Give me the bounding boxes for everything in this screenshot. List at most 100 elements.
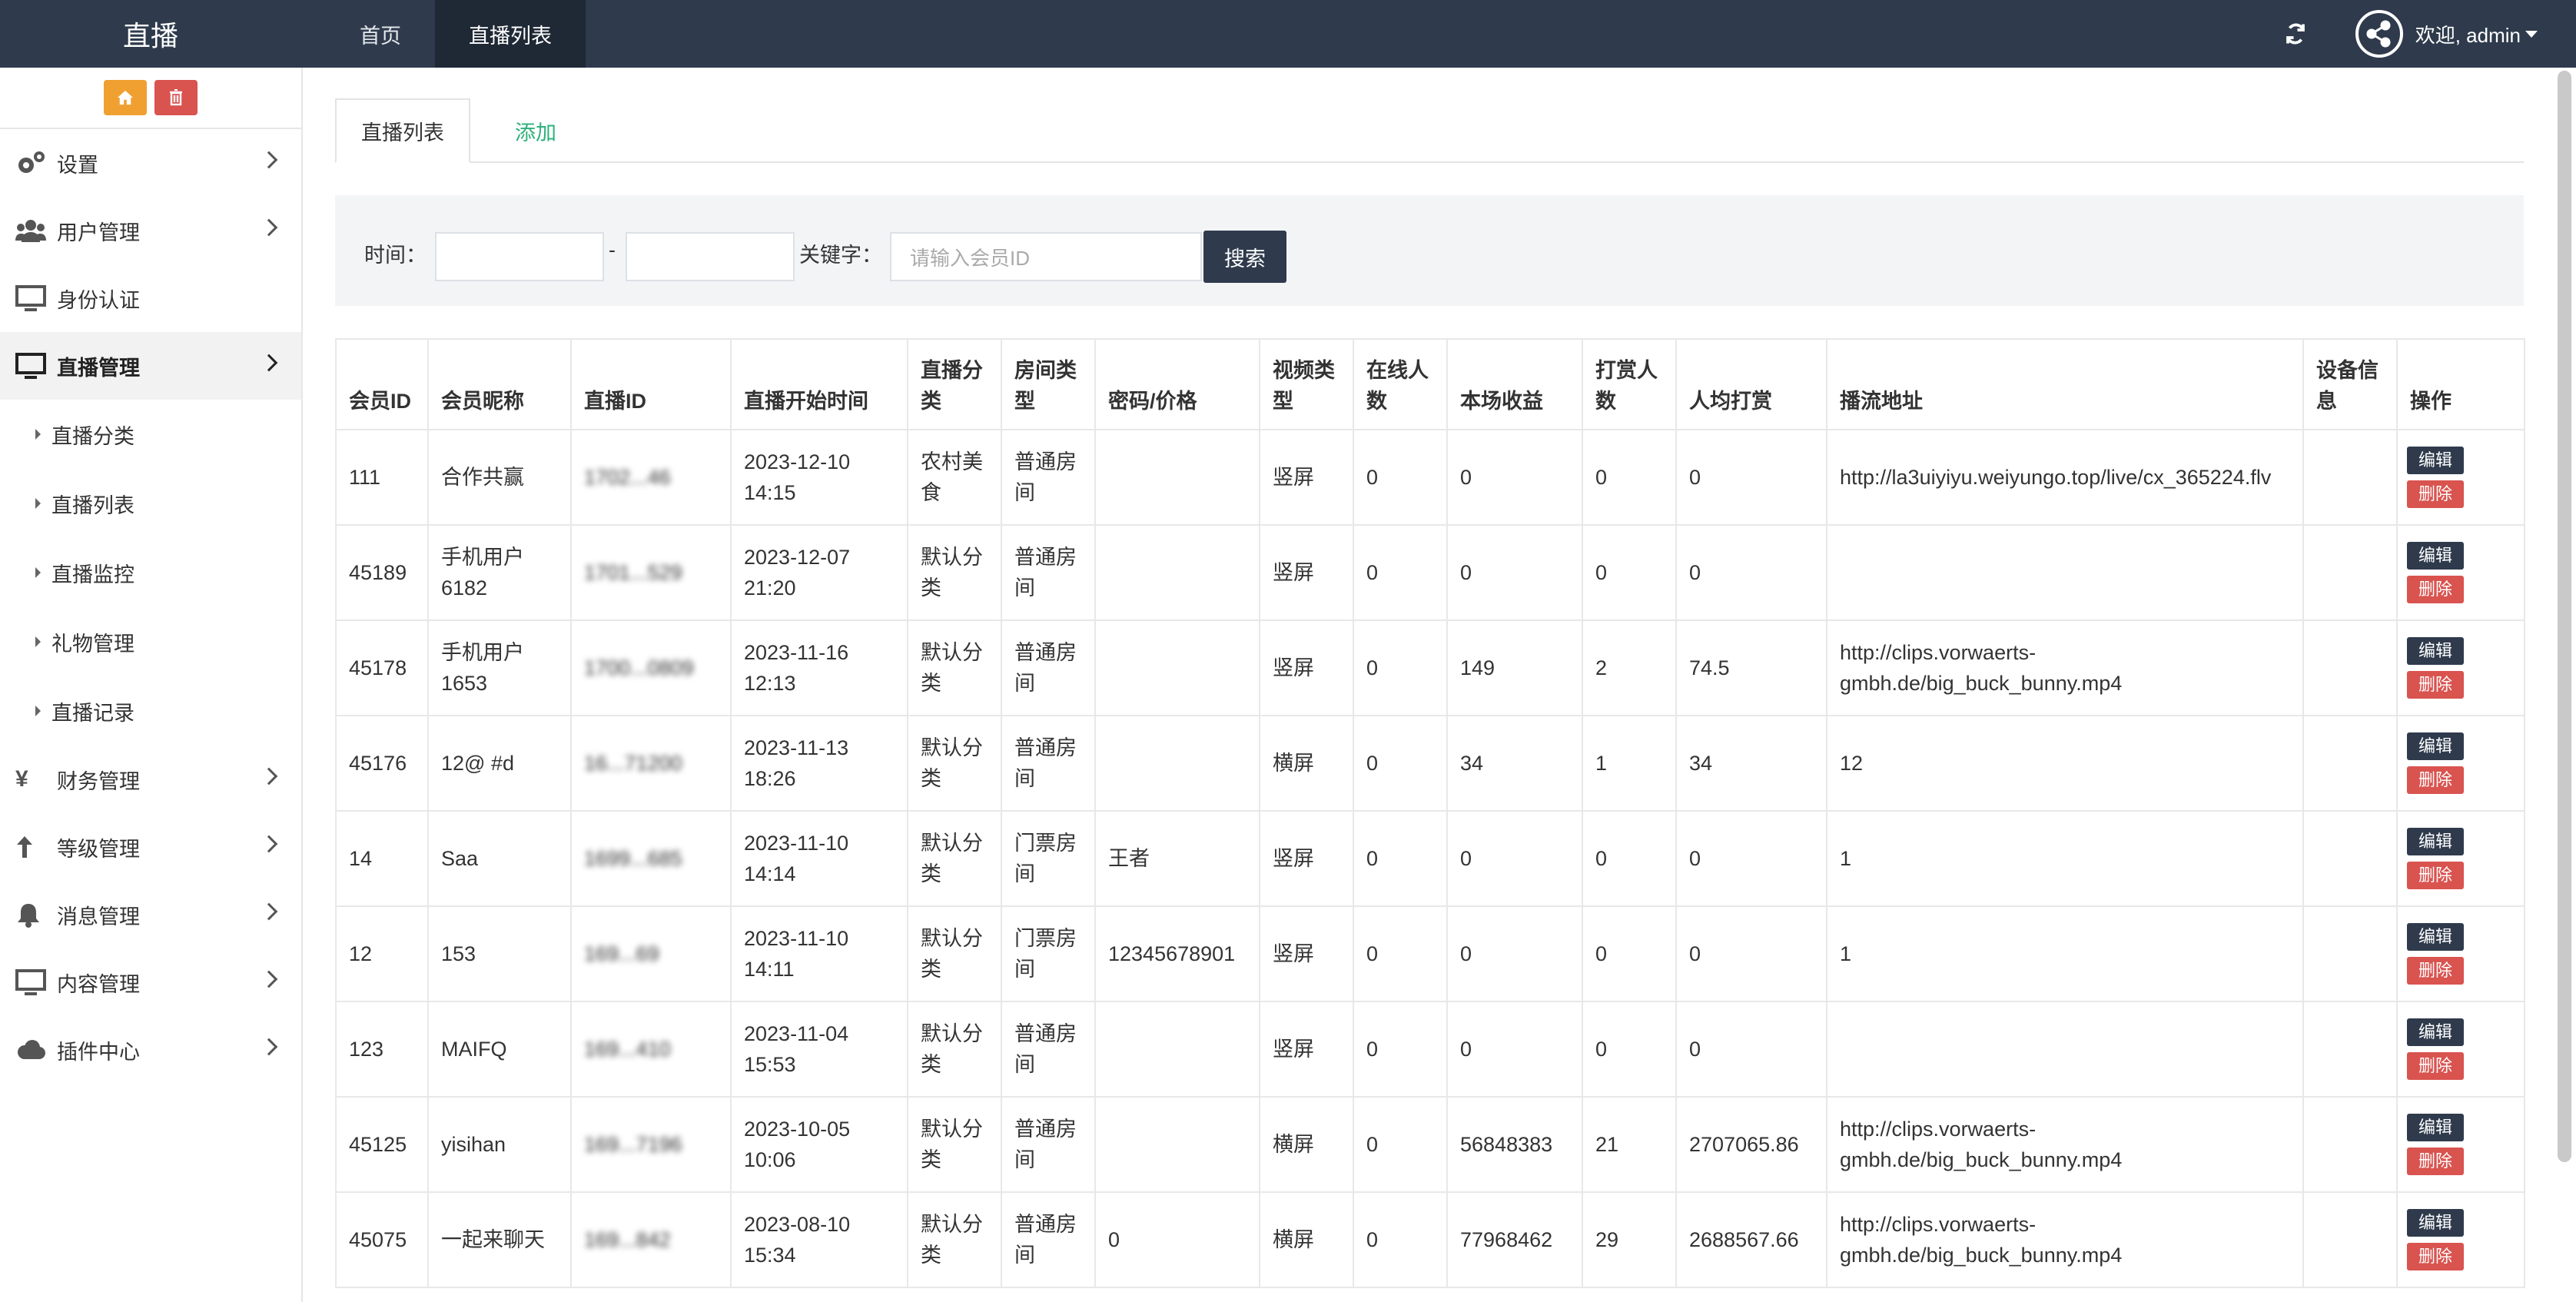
cell-uid: 45189 <box>335 524 429 621</box>
sidebar-item-live[interactable]: 直播管理 <box>0 332 301 400</box>
cell-room: 普通房间 <box>1001 1191 1096 1288</box>
cell-nick: 12@ #d <box>427 715 572 812</box>
gear-icon <box>15 148 49 178</box>
nav-live-list[interactable]: 直播列表 <box>435 0 586 68</box>
cell-income: 0 <box>1446 429 1583 526</box>
cell-uid: 12 <box>335 905 429 1002</box>
delete-button[interactable]: 删除 <box>2407 862 2464 889</box>
cell-liveid: 169...7196 <box>570 1096 732 1193</box>
delete-button[interactable]: 删除 <box>2407 957 2464 985</box>
cell-liveid: 1702...46 <box>570 429 732 526</box>
cell-online: 0 <box>1353 905 1448 1002</box>
sidebar-item-identity[interactable]: 身份认证 <box>0 264 301 332</box>
delete-button[interactable]: 删除 <box>2407 480 2464 508</box>
sidebar-item-users[interactable]: 用户管理 <box>0 197 301 264</box>
cell-nick: 一起来聊天 <box>427 1191 572 1288</box>
cell-start: 2023-10-05 10:06 <box>730 1096 908 1193</box>
cell-actions: 编辑 删除 <box>2396 429 2525 526</box>
yen-icon: ¥ <box>15 766 28 792</box>
col-header: 设备信息 <box>2302 338 2398 430</box>
sidebar-item-content[interactable]: 内容管理 <box>0 948 301 1016</box>
sidebar-subitem-label: 直播记录 <box>51 701 134 725</box>
time-label: 时间： <box>364 244 427 267</box>
keyword-input[interactable]: 请输入会员ID <box>890 232 1202 281</box>
sidebar-subitem-list[interactable]: 直播列表 <box>0 469 301 538</box>
cell-url: 1 <box>1826 810 2304 907</box>
cell-url <box>1826 1001 2304 1098</box>
cell-video: 横屏 <box>1259 1096 1354 1193</box>
cell-actions: 编辑 删除 <box>2396 524 2525 621</box>
user-menu[interactable]: 欢迎, admin <box>2415 20 2538 48</box>
cell-avg: 2688567.66 <box>1675 1191 1827 1288</box>
cell-device <box>2302 1191 2398 1288</box>
delete-button[interactable]: 删除 <box>2407 1052 2464 1080</box>
edit-button[interactable]: 编辑 <box>2407 637 2464 665</box>
nav-home[interactable]: 首页 <box>326 0 435 68</box>
sidebar-item-messages[interactable]: 消息管理 <box>0 881 301 948</box>
cell-device <box>2302 1096 2398 1193</box>
avatar[interactable] <box>2355 10 2403 58</box>
edit-button[interactable]: 编辑 <box>2407 923 2464 951</box>
cell-pwd <box>1094 1001 1260 1098</box>
sidebar-subitem-label: 直播分类 <box>51 424 134 448</box>
cell-income: 0 <box>1446 524 1583 621</box>
sidebar-subitem-monitor[interactable]: 直播监控 <box>0 538 301 607</box>
page-scrollbar[interactable] <box>2558 71 2571 1162</box>
col-header: 在线人数 <box>1353 338 1448 430</box>
sidebar-item-finance[interactable]: ¥ 财务管理 <box>0 746 301 813</box>
edit-button[interactable]: 编辑 <box>2407 542 2464 570</box>
sidebar: 设置 用户管理 身份认证 直播管理 直播分类 直播列表 直播监控 礼物管理 直播… <box>0 68 303 1302</box>
cell-uid: 111 <box>335 429 429 526</box>
cell-uid: 45075 <box>335 1191 429 1288</box>
sidebar-item-levels[interactable]: 等级管理 <box>0 813 301 881</box>
end-time-input[interactable] <box>626 232 795 281</box>
edit-button[interactable]: 编辑 <box>2407 1018 2464 1046</box>
search-button[interactable]: 搜索 <box>1203 231 1286 283</box>
keyword-placeholder: 请输入会员ID <box>910 246 1031 270</box>
cell-income: 149 <box>1446 619 1583 716</box>
chevron-right-icon <box>260 1038 278 1056</box>
brand-title[interactable]: 直播 <box>0 0 301 68</box>
sidebar-subitem-gifts[interactable]: 礼物管理 <box>0 607 301 676</box>
cell-avg: 34 <box>1675 715 1827 812</box>
delete-button[interactable]: 删除 <box>2407 576 2464 603</box>
cell-actions: 编辑 删除 <box>2396 1191 2525 1288</box>
cell-givers: 21 <box>1582 1096 1677 1193</box>
sidebar-subitem-records[interactable]: 直播记录 <box>0 676 301 746</box>
caret-right-icon <box>35 706 41 716</box>
refresh-icon[interactable] <box>2280 18 2311 49</box>
edit-button[interactable]: 编辑 <box>2407 828 2464 855</box>
edit-button[interactable]: 编辑 <box>2407 447 2464 474</box>
sidebar-item-plugins[interactable]: 插件中心 <box>0 1016 301 1084</box>
tab-add[interactable]: 添加 <box>496 98 575 163</box>
cell-online: 0 <box>1353 1191 1448 1288</box>
monitor-icon <box>15 350 49 381</box>
sidebar-item-settings[interactable]: 设置 <box>0 129 301 197</box>
delete-button[interactable]: 删除 <box>2407 1148 2464 1175</box>
sidebar-item-label: 财务管理 <box>57 769 140 793</box>
delete-button[interactable]: 删除 <box>2407 766 2464 794</box>
home-button[interactable] <box>104 80 147 115</box>
cell-start: 2023-11-10 14:14 <box>730 810 908 907</box>
cell-room: 普通房间 <box>1001 619 1096 716</box>
edit-button[interactable]: 编辑 <box>2407 732 2464 760</box>
clear-cache-button[interactable] <box>154 80 198 115</box>
start-time-input[interactable] <box>435 232 604 281</box>
cell-income: 0 <box>1446 905 1583 1002</box>
cell-nick: Saa <box>427 810 572 907</box>
cell-pwd: 王者 <box>1094 810 1260 907</box>
sidebar-item-label: 设置 <box>57 153 98 177</box>
cell-device <box>2302 429 2398 526</box>
cell-pwd <box>1094 524 1260 621</box>
edit-button[interactable]: 编辑 <box>2407 1209 2464 1237</box>
cell-givers: 0 <box>1582 524 1677 621</box>
col-header: 会员ID <box>335 338 429 430</box>
delete-button[interactable]: 删除 <box>2407 671 2464 699</box>
cell-income: 56848383 <box>1446 1096 1583 1193</box>
sidebar-subitem-category[interactable]: 直播分类 <box>0 400 301 469</box>
tab-live-list[interactable]: 直播列表 <box>335 98 470 163</box>
delete-button[interactable]: 删除 <box>2407 1243 2464 1270</box>
sidebar-item-label: 用户管理 <box>57 221 140 244</box>
edit-button[interactable]: 编辑 <box>2407 1114 2464 1141</box>
chevron-right-icon <box>260 767 278 786</box>
